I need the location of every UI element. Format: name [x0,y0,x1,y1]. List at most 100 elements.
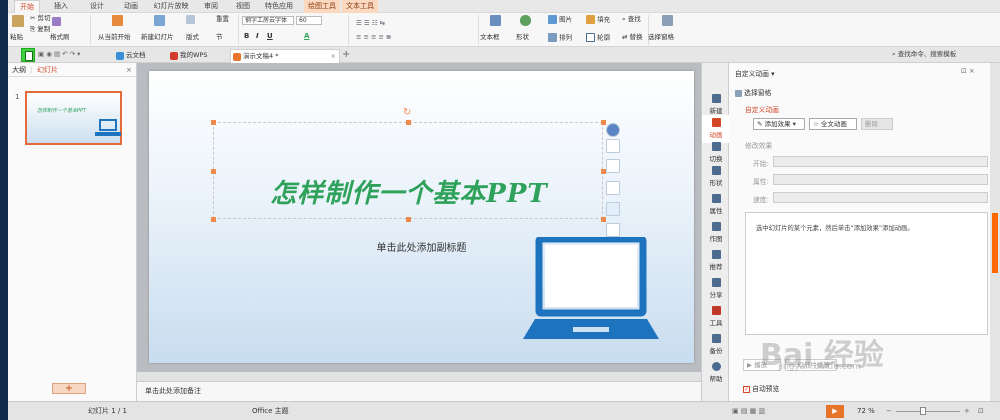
tab-design[interactable]: 设计 [84,0,110,13]
full-text-animation-button[interactable]: ☆ 全文动画 [809,118,857,130]
resize-handle[interactable] [406,217,411,222]
strip-drawing[interactable]: 作图 [702,219,730,247]
find-button[interactable]: ⌕ 查找 [622,15,641,24]
tab-current-document[interactable]: 演示文稿4 * × [230,49,340,63]
format-painter-label[interactable]: 格式刷 [50,33,70,42]
property-select[interactable] [773,174,988,185]
autopreview-checkbox[interactable]: ✓ 自动预览 [743,383,779,393]
align-tools[interactable]: ≡ ≡ ≡ ≡ ≣ [356,33,392,42]
start-select[interactable] [773,156,988,167]
resize-handle[interactable] [406,120,411,125]
select-pane-label[interactable]: 选择窗格 [648,33,674,42]
layout-button[interactable] [186,15,195,25]
slide-thumbnail[interactable]: 怎样制作一个基本PPT [25,91,122,145]
tab-view[interactable]: 视图 [232,0,254,13]
laptop-graphic[interactable] [521,237,661,347]
zoom-in-icon[interactable]: + [964,402,970,420]
close-tab-icon[interactable]: × [331,50,336,63]
paragraph-tools[interactable]: ☰ ☰ ☷ ⇆ [356,19,385,28]
tab-insert[interactable]: 插入 [48,0,74,13]
select-pane-button[interactable] [662,15,673,26]
font-name-select[interactable]: 钢字工房云字体 [242,16,294,25]
delete-button[interactable]: 删除 [861,118,893,130]
copy-button[interactable]: ⎘ 复制 [30,25,50,34]
zoom-slider-thumb[interactable] [920,407,926,415]
section-button[interactable]: 节 [216,33,223,42]
slideshow-play-icon[interactable]: ▶ [826,405,844,418]
title-placeholder[interactable]: ↻ 怎样制作一个基本PPT [211,107,606,222]
tab-features[interactable]: 特色应用 [262,0,296,13]
from-current-button[interactable] [112,15,123,26]
strip-help[interactable]: 帮助 [702,359,730,387]
speed-select[interactable] [773,192,988,203]
fill-button[interactable]: 填充 [586,15,610,25]
cut-button[interactable]: ✂ 剪切 [30,14,51,23]
resize-handle[interactable] [601,217,606,222]
paste-button[interactable] [12,15,24,27]
notes-area[interactable]: 单击此处添加备注 [137,381,701,401]
quick-collapse-icon[interactable] [606,123,620,137]
quick-layer-icon[interactable] [606,202,620,216]
tab-my-wps[interactable]: 我的WPS [168,49,228,63]
strip-share[interactable]: 分享 [702,275,730,303]
tab-animation[interactable]: 动画 [118,0,144,13]
zoom-out-icon[interactable]: − [886,402,892,420]
vertical-scrollbar[interactable] [990,63,1000,401]
outline-button[interactable]: 轮廓 [586,33,610,43]
animation-list[interactable]: 选中幻灯片的某个元素，然后单击“添加效果”添加动画。 [745,212,988,335]
tab-text-tools[interactable]: 文本工具 [342,0,378,13]
picture-button[interactable]: 图片 [548,15,572,25]
from-current-label[interactable]: 从当前开始 [98,33,131,42]
tab-review[interactable]: 审阅 [200,0,222,13]
zoom-level[interactable]: 72 % [857,402,875,420]
replace-button[interactable]: ⇄ 替换 [622,33,643,42]
tab-cloud-docs[interactable]: 云文档 [114,49,164,63]
tab-slideshow[interactable]: 幻灯片放映 [148,0,194,13]
arrange-button[interactable]: 排列 [548,33,572,43]
font-color-button[interactable]: A [304,32,309,41]
text-box-button[interactable] [490,15,501,26]
fit-window-icon[interactable]: ⊡ [978,402,984,420]
zoom-slider[interactable] [896,411,960,412]
horizontal-scrollbar[interactable] [137,372,701,381]
pane-window-controls[interactable]: ⊡ × [961,67,975,75]
underline-button[interactable]: U [267,32,273,41]
scrollbar-thumb[interactable] [992,213,998,273]
layout-label[interactable]: 版式 [186,33,199,42]
italic-button[interactable]: I [256,32,259,41]
add-effect-button[interactable]: ✎ 添加效果 ▾ [753,118,805,130]
paste-label[interactable]: 粘贴 [10,33,23,42]
quick-wrap-icon[interactable] [606,223,620,237]
strip-backup[interactable]: 备份 [702,331,730,359]
close-panel-icon[interactable]: × [126,63,132,77]
outline-tab[interactable]: 大纲 [12,63,26,77]
new-slide-button[interactable] [154,15,165,26]
strip-tools[interactable]: 工具 [702,303,730,331]
save-icon[interactable] [21,48,35,62]
strip-shape[interactable]: 形状 [702,163,730,191]
quick-access-tools[interactable]: ▣ ◉ ▤ ↶ ↷ ▾ [38,50,80,59]
strip-recommend[interactable]: 推荐 [702,247,730,275]
rotate-handle-icon[interactable]: ↻ [403,107,411,118]
command-search[interactable]: ⌕ 查找命令、搜索模板 [892,50,956,59]
new-slide-label[interactable]: 新建幻灯片 [141,33,174,42]
view-buttons[interactable]: ▣ ▤ ▦ ▥ [732,402,765,420]
format-painter-button[interactable] [52,17,61,27]
reset-button[interactable]: 重置 [216,15,229,24]
slides-tab[interactable]: 幻灯片 [37,63,58,77]
shape-label[interactable]: 形状 [516,33,529,42]
resize-handle[interactable] [601,120,606,125]
quick-outline-icon[interactable] [606,181,620,195]
font-size-select[interactable]: 60 [296,16,322,25]
tab-drawing-tools[interactable]: 绘图工具 [304,0,340,13]
shape-button[interactable] [520,15,531,26]
strip-properties[interactable]: 属性 [702,191,730,219]
slide-title[interactable]: 怎样制作一个基本PPT [214,173,604,210]
slide[interactable]: ↻ 怎样制作一个基本PPT 单击此处添加副标题 [149,71,694,363]
quick-edit-icon[interactable] [606,139,620,153]
resize-handle[interactable] [211,120,216,125]
pane-header[interactable]: 自定义动画 ▾ [735,68,775,78]
text-box-label[interactable]: 文本框 [480,33,500,42]
quick-fill-icon[interactable] [606,159,620,173]
bold-button[interactable]: B [244,32,249,41]
